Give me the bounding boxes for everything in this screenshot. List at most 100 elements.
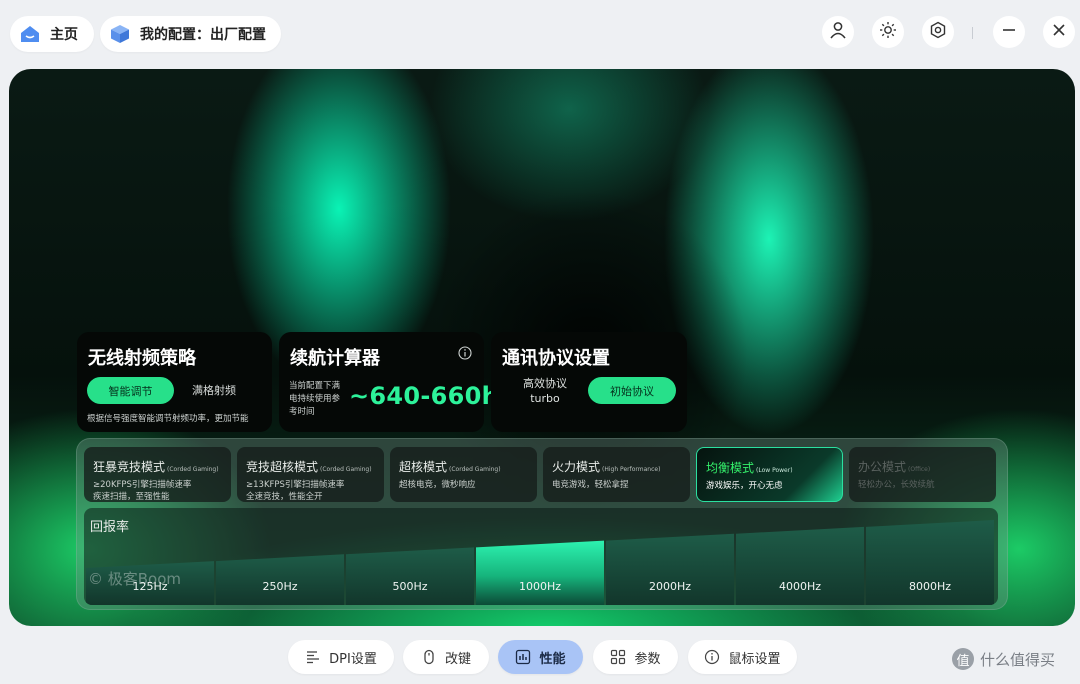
mode-text: 游戏娱乐，开心无虑 (706, 481, 783, 491)
mouse-icon (421, 649, 437, 665)
mode-description: 电竞游戏，轻松拿捏 (552, 479, 629, 491)
config-tab[interactable]: 我的配置：出厂配置 (100, 16, 281, 52)
brightness-icon (879, 21, 897, 43)
report-rate-option[interactable]: 4000Hz (736, 580, 864, 593)
smart-adjust-button[interactable]: 智能调节 (87, 377, 174, 404)
mode-text: 疾速扫描，至强性能 (93, 492, 170, 502)
brand-logo: 值 (952, 648, 974, 670)
performance-panel: 狂暴竞技模式 (Corded Gaming) ≥20KFPS引擎扫描帧速率 疾速扫描，… (76, 438, 1008, 610)
mode-title: 办公模式 (Office) (858, 458, 930, 475)
mode-card[interactable]: 办公模式 (Office) 轻松办公，长效续航 (849, 447, 996, 502)
full-rf-button[interactable]: 满格射频 (192, 382, 236, 398)
efficient-protocol-value: turbo (530, 392, 560, 405)
mode-text: (Corded Gaming) (320, 466, 372, 473)
nav-label: DPI设置 (329, 651, 377, 667)
performance-icon (515, 649, 531, 665)
efficient-protocol-label: 高效协议 (523, 377, 567, 390)
report-rate-bar-2000hz[interactable] (606, 533, 734, 605)
close-button[interactable] (1043, 16, 1075, 48)
report-rate-section: 回报率 © 极客Boom 125Hz 250Hz 500Hz 1000Hz 2000Hz… (84, 508, 998, 605)
info-icon[interactable] (458, 345, 472, 360)
efficient-protocol-option[interactable]: 高效协议 turbo (517, 376, 573, 406)
mode-text: 超核电竞，微秒响应 (399, 480, 476, 490)
report-rate-bar-500hz[interactable] (346, 547, 474, 605)
mode-text: 火力模式 (552, 460, 601, 474)
report-rate-option[interactable]: 1000Hz (476, 580, 604, 593)
nav-label: 参数 (634, 651, 661, 667)
mode-text: (Low Power) (756, 467, 793, 474)
top-bar: 主页 我的配置：出厂配置 (0, 0, 1080, 68)
mode-text: 均衡模式 (706, 461, 755, 475)
mode-text: 超核模式 (399, 460, 448, 474)
mode-card[interactable]: 均衡模式 (Low Power) 游戏娱乐，开心无虑 (696, 447, 843, 502)
report-rate-option[interactable]: 125Hz (86, 580, 214, 593)
mode-text: ≥20KFPS引擎扫描帧速率 (93, 480, 192, 490)
report-rate-option[interactable]: 250Hz (216, 580, 344, 593)
mode-text: 办公模式 (858, 460, 907, 474)
battery-value: ~640-660h (349, 382, 500, 410)
config-label: 我的配置：出厂配置 (140, 27, 266, 43)
mode-description: 轻松办公，长效续航 (858, 479, 935, 491)
report-rate-bar-1000hz[interactable] (476, 540, 604, 605)
mode-text: (Corded Gaming) (167, 466, 219, 473)
mode-text: 电竞游戏，轻松拿捏 (552, 480, 629, 490)
nav-performance-button[interactable]: 性能 (498, 640, 583, 674)
mode-text: 轻松办公，长效续航 (858, 480, 935, 490)
mode-card[interactable]: 竞技超核模式 (Corded Gaming) ≥13KFPS引擎扫描帧速率 全速竞技，… (237, 447, 384, 502)
nav-mouse-button[interactable]: 改键 (403, 640, 489, 674)
battery-label: 当前配置下满电持续使用参考时间 (289, 381, 341, 417)
mode-card[interactable]: 狂暴竞技模式 (Corded Gaming) ≥20KFPS引擎扫描帧速率 疾速扫描，… (84, 447, 231, 502)
brand-text: 什么值得买 (980, 650, 1056, 669)
mode-text: ≥13KFPS引擎扫描帧速率 (246, 480, 345, 490)
toolbar-divider (972, 27, 973, 39)
report-rate-bar-4000hz[interactable] (736, 526, 864, 605)
mode-title: 均衡模式 (Low Power) (706, 459, 793, 476)
home-label: 主页 (50, 27, 78, 43)
brand-watermark: 值 什么值得买 (952, 648, 1055, 670)
report-rate-option[interactable]: 8000Hz (866, 580, 994, 593)
mode-title: 竞技超核模式 (Corded Gaming) (246, 458, 372, 475)
battery-card-title: 续航计算器 (290, 348, 380, 369)
mode-text: 狂暴竞技模式 (93, 460, 166, 474)
rf-card-title: 无线射频策略 (88, 348, 196, 369)
report-rate-option[interactable]: 500Hz (346, 580, 474, 593)
mode-description: 游戏娱乐，开心无虑 (706, 480, 783, 492)
grid-icon (610, 649, 626, 665)
minimize-button[interactable] (993, 16, 1025, 48)
initial-protocol-button[interactable]: 初始协议 (588, 377, 676, 404)
mode-title: 火力模式 (High Performance) (552, 458, 660, 475)
mode-description: ≥20KFPS引擎扫描帧速率 疾速扫描，至强性能 (93, 479, 191, 503)
mode-description: ≥13KFPS引擎扫描帧速率 全速竞技，性能全开 (246, 479, 344, 503)
mode-text: (High Performance) (602, 466, 661, 473)
dpi-icon (305, 649, 321, 665)
report-rate-option[interactable]: 2000Hz (606, 580, 734, 593)
mode-text: (Office) (908, 466, 931, 473)
mode-text: (Corded Gaming) (449, 466, 501, 473)
mode-description: 超核电竞，微秒响应 (399, 479, 476, 491)
nav-label: 改键 (444, 651, 471, 667)
brightness-button[interactable] (872, 16, 904, 48)
nav-grid-button[interactable]: 参数 (593, 640, 678, 674)
nav-label: 鼠标设置 (728, 651, 781, 667)
mode-title: 狂暴竞技模式 (Corded Gaming) (93, 458, 219, 475)
cube-icon (108, 22, 132, 46)
home-icon (18, 22, 42, 46)
report-rate-title: 回报率 (90, 520, 130, 535)
info-icon (704, 649, 720, 665)
protocol-card-title: 通讯协议设置 (502, 348, 610, 369)
nav-dpi-button[interactable]: DPI设置 (288, 640, 394, 674)
home-tab[interactable]: 主页 (10, 16, 94, 52)
close-icon (1051, 22, 1067, 42)
settings-button[interactable] (922, 16, 954, 48)
minimize-icon (1001, 22, 1017, 42)
rf-description: 根据信号强度智能调节射频功率，更加节能 (87, 414, 249, 424)
user-icon (829, 21, 847, 43)
user-button[interactable] (822, 16, 854, 48)
mode-card[interactable]: 超核模式 (Corded Gaming) 超核电竞，微秒响应 (390, 447, 537, 502)
mode-title: 超核模式 (Corded Gaming) (399, 458, 501, 475)
protocol-card: 通讯协议设置 高效协议 turbo 初始协议 (491, 332, 687, 432)
mode-text: 全速竞技，性能全开 (246, 492, 323, 502)
rf-strategy-card: 无线射频策略 智能调节 满格射频 根据信号强度智能调节射频功率，更加节能 (77, 332, 272, 432)
mode-card[interactable]: 火力模式 (High Performance) 电竞游戏，轻松拿捏 (543, 447, 690, 502)
nav-info-button[interactable]: 鼠标设置 (688, 640, 797, 674)
